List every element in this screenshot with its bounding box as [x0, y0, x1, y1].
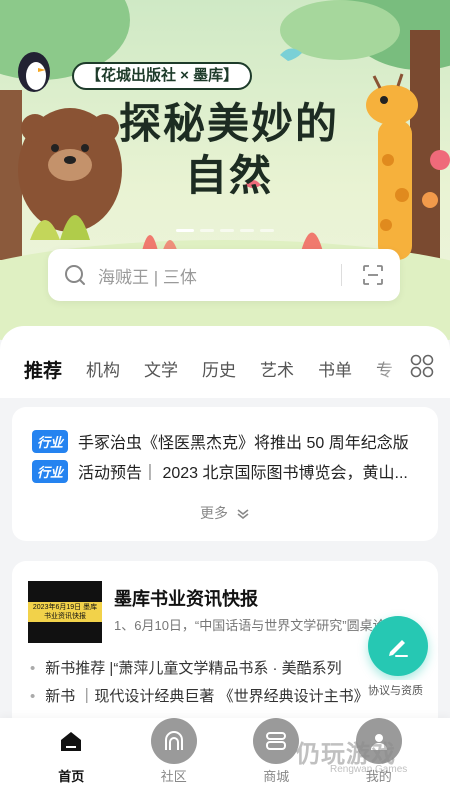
industry-news-card: 行业 手冢治虫《怪医黑杰克》将推出 50 周年纪念版 行业 活动预告｜ 2023… — [12, 407, 438, 541]
news-item[interactable]: 行业 手冢治虫《怪医黑杰克》将推出 50 周年纪念版 — [32, 429, 409, 453]
publisher-tag: 【花城出版社 × 墨库】 — [72, 62, 253, 90]
carousel-indicator — [0, 229, 450, 232]
agreement-link[interactable]: 协议与资质 — [362, 680, 429, 700]
article-bullet[interactable]: 新书推荐 |“萧萍儿童文学精品书系 · 美酷系列 — [30, 657, 341, 678]
article-thumbnail: 2023年6月19日 墨库书业资讯快报 — [28, 581, 102, 643]
nav-community[interactable]: 社区 — [134, 718, 214, 800]
category-grid-icon[interactable] — [410, 354, 434, 378]
nav-home[interactable]: 首页 — [31, 718, 111, 800]
carousel-dot — [200, 229, 214, 232]
nav-home-label: 首页 — [58, 769, 85, 784]
carousel-dot — [240, 229, 254, 232]
tab-art[interactable]: 艺术 — [260, 356, 294, 386]
chevron-double-down-icon — [237, 509, 249, 520]
category-tabs: 推荐 机构 文学 历史 艺术 书单 专 — [0, 326, 450, 398]
news-text: 活动预告｜ 2023 北京国际图书博览会，黄山... — [78, 465, 408, 482]
industry-badge: 行业 — [32, 429, 69, 453]
search-icon — [65, 265, 85, 285]
article-title: 墨库书业资讯快报 — [114, 589, 258, 609]
carousel-dot — [220, 229, 234, 232]
news-text: 手冢治虫《怪医黑杰克》将推出 50 周年纪念版 — [78, 435, 409, 452]
search-bar[interactable]: 海贼王 | 三体 — [48, 249, 400, 301]
nav-community-label: 社区 — [160, 769, 187, 784]
tab-literature[interactable]: 文学 — [144, 356, 178, 386]
search-input[interactable]: 海贼王 | 三体 — [98, 263, 341, 288]
tab-recommend[interactable]: 推荐 — [24, 356, 63, 386]
compose-button[interactable] — [368, 616, 428, 676]
giraffe-illustration — [366, 73, 418, 260]
nav-mall-label: 商城 — [263, 769, 290, 784]
mall-icon — [253, 718, 300, 764]
carousel-dot — [260, 229, 274, 232]
article-bullet[interactable]: 新书 ｜现代设计经典巨著 《世界经典设计主书》 — [30, 685, 368, 706]
tab-institution[interactable]: 机构 — [86, 356, 120, 386]
banner-title-line2: 自然 — [184, 152, 273, 199]
carousel-dot — [176, 229, 194, 232]
tab-history[interactable]: 历史 — [202, 356, 236, 386]
news-item[interactable]: 行业 活动预告｜ 2023 北京国际图书博览会，黄山... — [32, 459, 408, 483]
industry-badge: 行业 — [32, 459, 69, 483]
banner-title-line1: 探秘美妙的 — [118, 100, 339, 147]
community-icon — [150, 718, 197, 764]
more-button[interactable]: 更多 — [12, 503, 438, 523]
tabs-fade — [370, 348, 410, 388]
tab-booklist[interactable]: 书单 — [318, 356, 352, 386]
banner-title: 探秘美妙的 自然 — [104, 98, 354, 202]
watermark-subtext: Rengwan Games — [330, 764, 408, 775]
thumbnail-label: 2023年6月19日 墨库书业资讯快报 — [28, 602, 102, 622]
penguin-illustration — [18, 52, 50, 92]
scan-icon[interactable] — [362, 264, 384, 286]
pencil-icon — [389, 640, 408, 657]
home-icon — [48, 718, 94, 764]
more-label: 更多 — [200, 505, 229, 521]
search-divider — [341, 264, 342, 286]
